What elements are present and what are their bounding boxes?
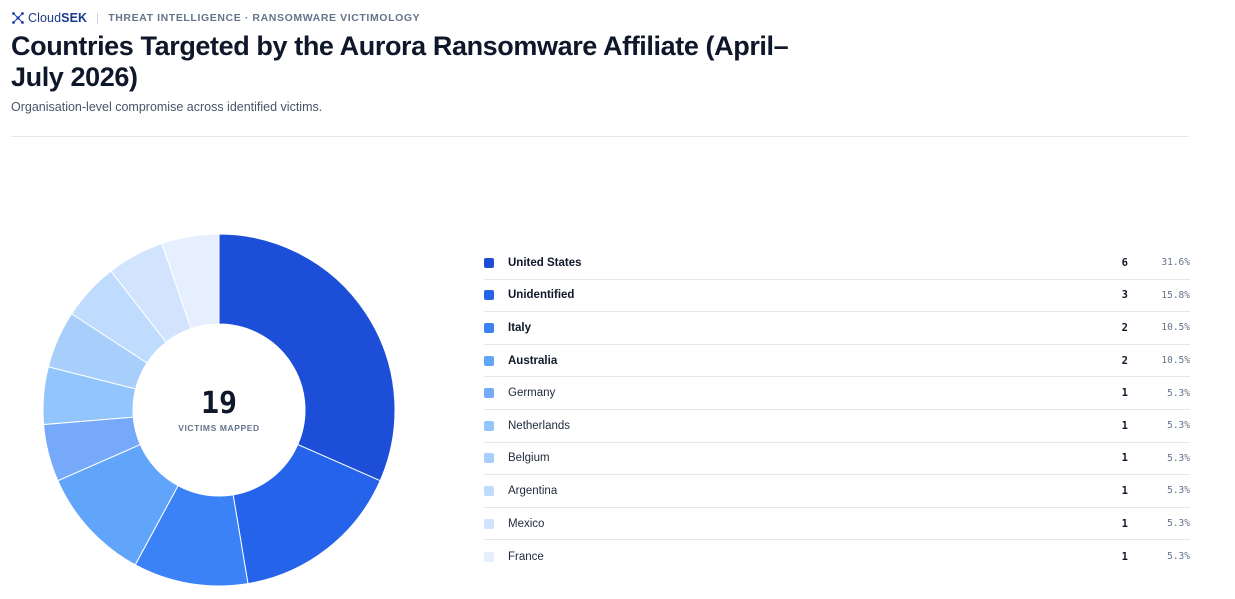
- legend-row-australia: Australia 2 10.5%: [484, 345, 1190, 378]
- legend-victim-count: 2: [1121, 321, 1128, 334]
- logo-mark-icon: [12, 12, 24, 24]
- legend-swatch: [484, 551, 494, 562]
- brand-separator: [97, 12, 99, 24]
- legend-row-germany: Germany 1 5.3%: [484, 377, 1190, 410]
- legend-country-name: Mexico: [508, 517, 545, 530]
- legend-country-name: Belgium: [508, 452, 550, 465]
- legend-percentage: 31.6%: [1161, 257, 1190, 269]
- legend-victim-count: 1: [1121, 517, 1128, 530]
- legend-country-name: Unidentified: [508, 289, 575, 302]
- legend-percentage: 15.8%: [1161, 289, 1190, 301]
- page-title: Countries Targeted by the Aurora Ransomw…: [11, 31, 789, 92]
- legend-percentage: 5.3%: [1167, 518, 1190, 530]
- legend-country-name: Germany: [508, 387, 556, 400]
- legend-percentage: 5.3%: [1167, 551, 1190, 563]
- legend-victim-count: 1: [1121, 452, 1128, 465]
- legend-swatch: [484, 388, 494, 399]
- cloudsek-logo: CloudSEK: [11, 11, 87, 25]
- legend-percentage: 10.5%: [1161, 355, 1190, 367]
- donut-chart: 19 VICTIMS MAPPED: [40, 231, 398, 589]
- legend-row-unidentified: Unidentified 3 15.8%: [484, 280, 1190, 313]
- page-subtitle: Organisation-level compromise across ide…: [11, 100, 323, 114]
- legend-victim-count: 3: [1121, 289, 1128, 302]
- legend-row-netherlands: Netherlands 1 5.3%: [484, 410, 1190, 443]
- legend-row-argentina: Argentina 1 5.3%: [484, 475, 1190, 508]
- legend-row-united-states: United States 6 31.6%: [484, 247, 1190, 280]
- legend-row-france: France 1 5.3%: [484, 540, 1190, 573]
- legend-country-name: France: [508, 550, 544, 563]
- donut-slice-united-states: [218, 233, 396, 482]
- legend-swatch: [484, 518, 494, 529]
- legend-swatch: [484, 453, 494, 464]
- legend-percentage: 10.5%: [1161, 322, 1190, 334]
- legend-country-name: Australia: [508, 354, 558, 367]
- legend-country-name: United States: [508, 256, 582, 269]
- legend-percentage: 5.3%: [1167, 387, 1190, 399]
- legend-swatch: [484, 290, 494, 301]
- header-divider: [11, 136, 1189, 137]
- legend-victim-count: 1: [1121, 419, 1128, 432]
- legend-swatch: [484, 257, 494, 268]
- brand-bar: CloudSEK THREAT INTELLIGENCE · RANSOMWAR…: [11, 10, 420, 26]
- legend-percentage: 5.3%: [1167, 485, 1190, 497]
- legend-swatch: [484, 355, 494, 366]
- logo-text: CloudSEK: [28, 11, 88, 25]
- legend-country-name: Argentina: [508, 484, 558, 497]
- legend-victim-count: 2: [1121, 354, 1128, 367]
- legend-country-name: Netherlands: [508, 419, 571, 432]
- legend-swatch: [484, 420, 494, 431]
- donut-svg: [42, 233, 396, 587]
- legend-swatch: [484, 485, 494, 496]
- legend-row-mexico: Mexico 1 5.3%: [484, 508, 1190, 541]
- legend-victim-count: 1: [1121, 484, 1128, 497]
- legend-country-name: Italy: [508, 321, 532, 334]
- legend-swatch: [484, 322, 494, 333]
- legend-row-italy: Italy 2 10.5%: [484, 312, 1190, 345]
- legend-percentage: 5.3%: [1167, 420, 1190, 432]
- legend-victim-count: 1: [1121, 387, 1128, 400]
- chart-legend: United States 6 31.6% Unidentified 3 15.8% Ita…: [484, 247, 1190, 573]
- legend-row-belgium: Belgium 1 5.3%: [484, 443, 1190, 476]
- legend-victim-count: 1: [1121, 550, 1128, 563]
- legend-percentage: 5.3%: [1167, 452, 1190, 464]
- legend-victim-count: 6: [1121, 256, 1128, 269]
- eyebrow-label: THREAT INTELLIGENCE · RANSOMWARE VICTIMO…: [108, 12, 421, 24]
